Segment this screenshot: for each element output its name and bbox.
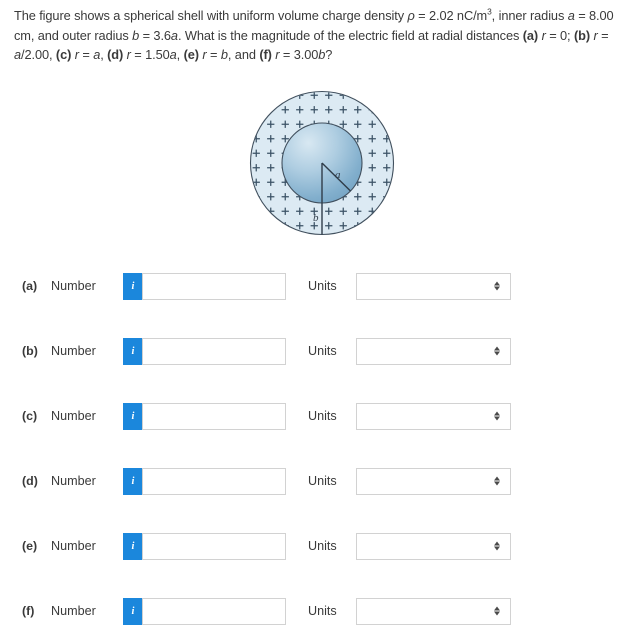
number-input-group-a: i	[123, 272, 286, 300]
units-select-b[interactable]	[356, 337, 511, 365]
units-select-f[interactable]	[356, 597, 511, 625]
label-radius-a: a	[335, 169, 341, 181]
number-label-a: Number	[51, 279, 96, 293]
chevron-updown-icon-b	[492, 345, 501, 358]
number-label-d: Number	[51, 474, 96, 488]
units-select-c[interactable]	[356, 402, 511, 430]
row-letter-b: (b)	[22, 344, 38, 358]
chevron-updown-icon-e	[492, 540, 501, 553]
answer-row-e: (e) Number i Units	[0, 531, 638, 561]
number-input-f[interactable]	[142, 597, 286, 625]
number-input-e[interactable]	[142, 532, 286, 560]
chevron-updown-icon-a	[492, 280, 501, 293]
answer-row-a: (a) Number i Units	[0, 271, 638, 301]
label-radius-b: b	[313, 212, 319, 224]
row-letter-e: (e)	[22, 539, 38, 553]
info-icon-c[interactable]: i	[123, 402, 142, 430]
answer-row-c: (c) Number i Units	[0, 401, 638, 431]
info-icon-d[interactable]: i	[123, 467, 142, 495]
number-input-group-e: i	[123, 532, 286, 560]
info-icon-f[interactable]: i	[123, 597, 142, 625]
number-input-d[interactable]	[142, 467, 286, 495]
number-input-group-d: i	[123, 467, 286, 495]
number-input-a[interactable]	[142, 272, 286, 300]
units-label-a: Units	[308, 279, 337, 293]
units-select-a[interactable]	[356, 272, 511, 300]
number-input-c[interactable]	[142, 402, 286, 430]
number-input-b[interactable]	[142, 337, 286, 365]
number-input-group-f: i	[123, 597, 286, 625]
units-select-d[interactable]	[356, 467, 511, 495]
units-label-b: Units	[308, 344, 337, 358]
row-letter-d: (d)	[22, 474, 38, 488]
chevron-updown-icon-f	[492, 605, 501, 618]
number-input-group-c: i	[123, 402, 286, 430]
number-input-group-b: i	[123, 337, 286, 365]
units-label-c: Units	[308, 409, 337, 423]
number-label-f: Number	[51, 604, 96, 618]
info-icon-a[interactable]: i	[123, 272, 142, 300]
spherical-shell-svg: a b	[249, 90, 395, 236]
units-label-e: Units	[308, 539, 337, 553]
units-label-d: Units	[308, 474, 337, 488]
spherical-shell-figure: a b	[249, 88, 399, 240]
row-letter-a: (a)	[22, 279, 38, 293]
chevron-updown-icon-c	[492, 410, 501, 423]
info-icon-b[interactable]: i	[123, 337, 142, 365]
units-label-f: Units	[308, 604, 337, 618]
number-label-c: Number	[51, 409, 96, 423]
chevron-updown-icon-d	[492, 475, 501, 488]
answer-row-f: (f) Number i Units	[0, 596, 638, 626]
number-label-e: Number	[51, 539, 96, 553]
question-text: The figure shows a spherical shell with …	[14, 6, 614, 62]
row-letter-f: (f)	[22, 604, 35, 618]
units-select-e[interactable]	[356, 532, 511, 560]
number-label-b: Number	[51, 344, 96, 358]
answer-row-b: (b) Number i Units	[0, 336, 638, 366]
info-icon-e[interactable]: i	[123, 532, 142, 560]
row-letter-c: (c)	[22, 409, 38, 423]
answer-row-d: (d) Number i Units	[0, 466, 638, 496]
